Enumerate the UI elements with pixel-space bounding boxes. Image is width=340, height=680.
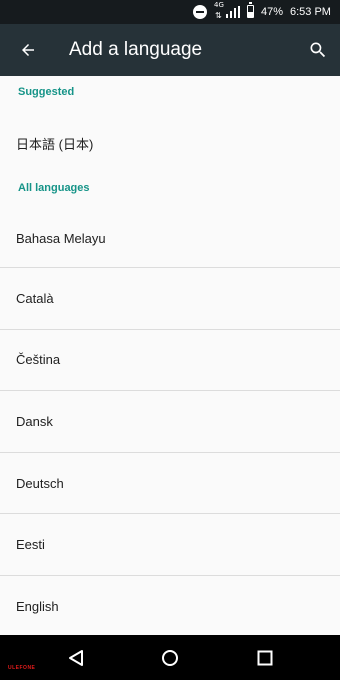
suggested-language-item[interactable]: 日本語 (日本) xyxy=(0,116,340,166)
language-label: Bahasa Melayu xyxy=(16,231,106,246)
language-item[interactable]: English xyxy=(0,576,340,635)
nav-recents-button[interactable] xyxy=(245,635,285,680)
language-item[interactable]: Čeština xyxy=(0,330,340,391)
do-not-disturb-icon xyxy=(193,5,207,19)
section-header-suggested: Suggested xyxy=(18,86,75,98)
language-item[interactable]: Bahasa Melayu xyxy=(0,207,340,268)
data-activity-icon: ⇅ xyxy=(215,11,222,20)
language-label: Dansk xyxy=(16,414,53,429)
navigation-bar: ULEFONE xyxy=(0,635,340,680)
circle-home-icon xyxy=(162,649,178,666)
language-label: Eesti xyxy=(16,537,45,552)
search-icon xyxy=(310,42,326,58)
language-list[interactable]: Suggested 日本語 (日本) All languages Bahasa … xyxy=(0,76,340,635)
back-button[interactable] xyxy=(10,32,46,68)
language-item[interactable]: Català xyxy=(0,268,340,329)
app-bar: Add a language xyxy=(0,24,340,76)
language-label: 日本語 (日本) xyxy=(16,137,94,152)
brand-logo: ULEFONE xyxy=(8,665,36,671)
clock: 6:53 PM xyxy=(290,6,331,18)
language-label: English xyxy=(16,599,59,614)
page-title: Add a language xyxy=(69,39,203,60)
language-item[interactable]: Eesti xyxy=(0,514,340,575)
battery-icon xyxy=(247,2,254,18)
language-label: Català xyxy=(16,291,54,306)
square-recents-icon xyxy=(257,650,273,665)
language-label: Čeština xyxy=(16,352,61,367)
triangle-back-icon xyxy=(69,649,83,666)
language-label: Deutsch xyxy=(16,476,64,491)
search-button[interactable] xyxy=(300,32,336,68)
language-item[interactable]: Deutsch xyxy=(0,453,340,514)
status-bar: 4G ⇅ 47% 6:53 PM xyxy=(0,0,340,24)
arrow-back-icon xyxy=(22,44,34,56)
nav-home-button[interactable] xyxy=(150,635,190,680)
battery-level xyxy=(248,11,253,17)
signal-icon xyxy=(226,6,240,18)
battery-percent: 47% xyxy=(261,6,284,18)
section-header-all-languages: All languages xyxy=(18,182,90,194)
nav-back-button[interactable] xyxy=(56,635,96,680)
language-item[interactable]: Dansk xyxy=(0,391,340,452)
